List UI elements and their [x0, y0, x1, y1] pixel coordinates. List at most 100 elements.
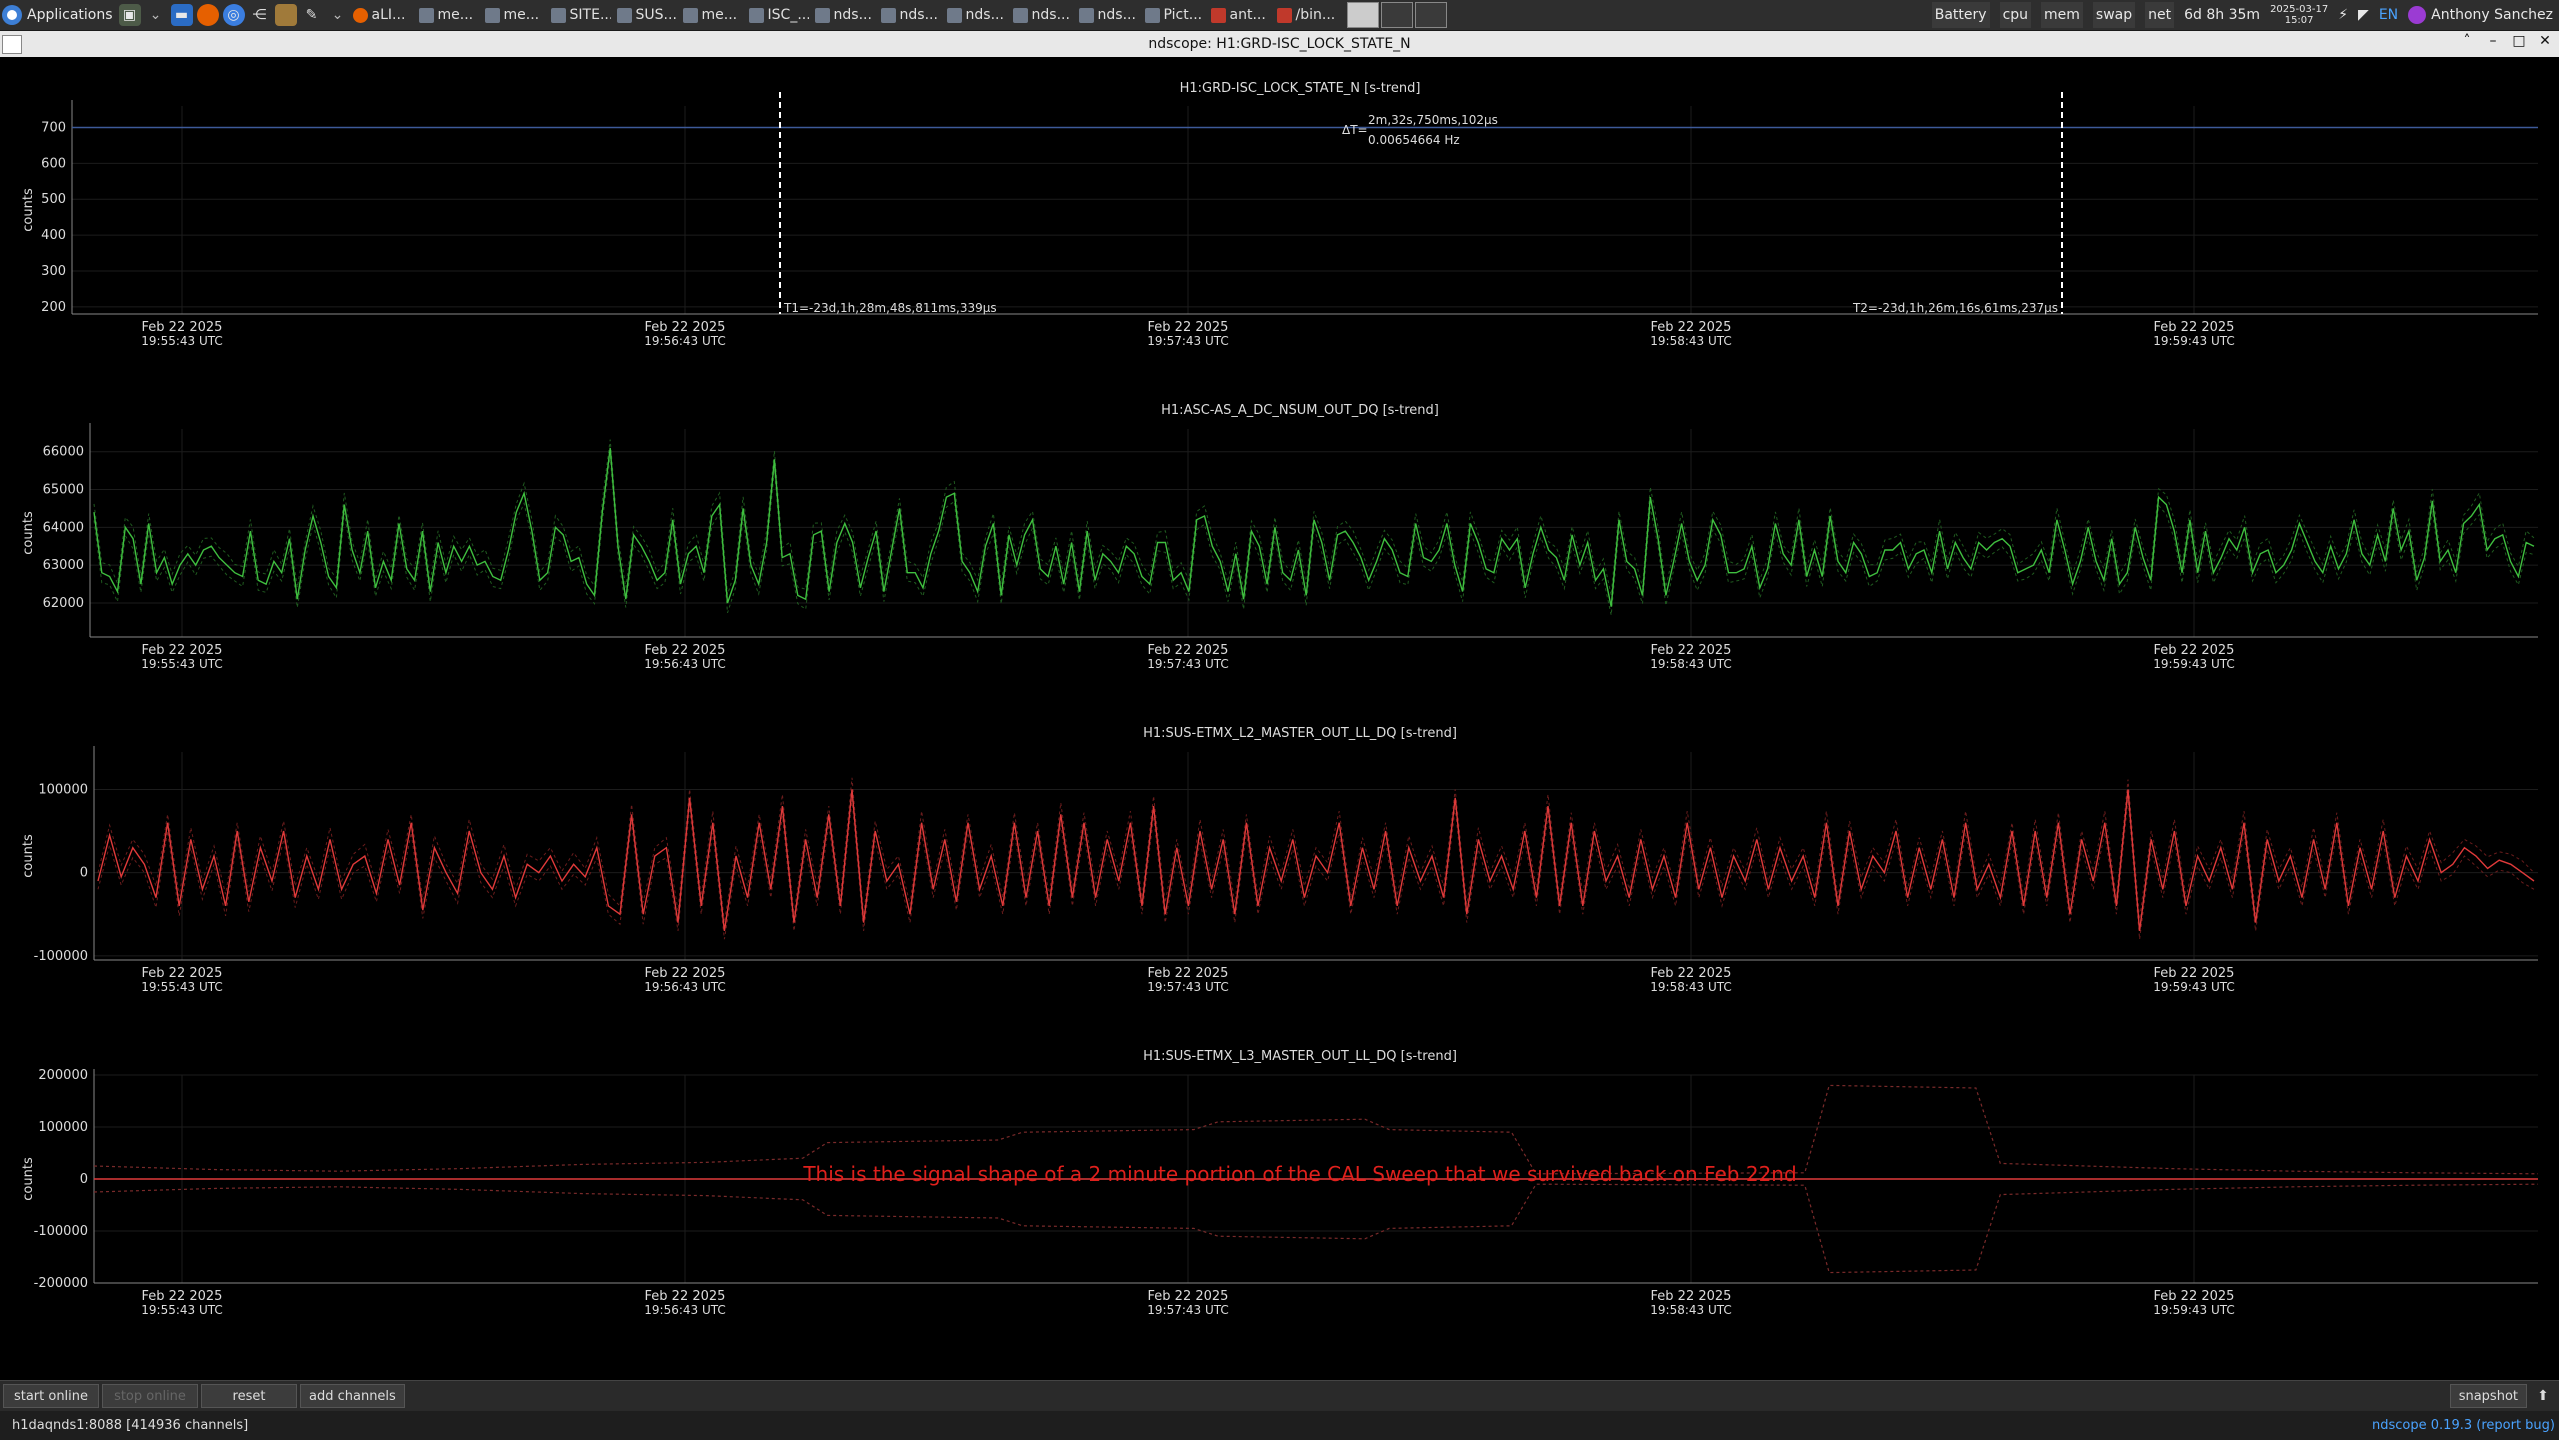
x-tick-time: 19:59:43 UTC [2153, 980, 2235, 994]
clock-time: 15:07 [2284, 15, 2314, 26]
app-name-link[interactable]: ndscope [2372, 1418, 2427, 1433]
task-item[interactable]: me... [418, 2, 479, 28]
task-item[interactable]: ISC_... [748, 2, 809, 28]
task-item[interactable]: /bin... [1276, 2, 1337, 28]
x-tick-time: 19:57:43 UTC [1147, 334, 1229, 348]
x-tick-date: Feb 22 2025 [645, 966, 726, 981]
delta-frequency: 0.00654664 Hz [1368, 133, 1460, 147]
battery-monitor[interactable]: Battery [1931, 2, 1990, 28]
report-bug-link[interactable]: (report bug) [2476, 1418, 2555, 1433]
mem-monitor[interactable]: mem [2041, 2, 2083, 28]
server-info: h1daqnds1:8088 [414936 channels] [0, 1418, 248, 1433]
task-item[interactable]: nds... [1078, 2, 1139, 28]
task-item[interactable]: nds... [1012, 2, 1073, 28]
firefox-icon[interactable] [196, 4, 219, 26]
y-tick-label: 63000 [43, 558, 84, 573]
user-menu[interactable]: Anthony Sanchez [2408, 6, 2553, 24]
terminal-task-icon [418, 7, 434, 23]
y-tick-label: 100000 [38, 782, 88, 797]
plots-svg[interactable]: H1:GRD-ISC_LOCK_STATE_N [s-trend] 200 300 4… [0, 58, 2559, 1380]
terminal-task-icon [814, 7, 830, 23]
x-tick-time: 19:56:43 UTC [644, 334, 726, 348]
workspace-3[interactable] [1414, 2, 1447, 28]
x-tick-time: 19:57:43 UTC [1147, 657, 1229, 671]
x-tick-date: Feb 22 2025 [142, 966, 223, 981]
terminal-launcher-icon[interactable]: ▣ [118, 4, 141, 26]
x-tick-time: 19:56:43 UTC [644, 980, 726, 994]
x-tick-date: Feb 22 2025 [2154, 320, 2235, 335]
y-tick-label: 0 [80, 1172, 88, 1187]
uptime: 6d 8h 35m [2184, 7, 2261, 23]
x-tick-time: 19:59:43 UTC [2153, 334, 2235, 348]
workspace-2[interactable] [1380, 2, 1413, 28]
task-item[interactable]: me... [682, 2, 743, 28]
y-tick-label: 0 [80, 866, 88, 881]
version-info: ndscope 0.19.3 (report bug) [2372, 1418, 2559, 1433]
reset-button[interactable]: reset [201, 1384, 297, 1408]
task-item[interactable]: me... [484, 2, 545, 28]
xfce-logo-icon [2, 5, 22, 25]
swap-monitor[interactable]: swap [2092, 2, 2136, 28]
task-item[interactable]: nds... [880, 2, 941, 28]
workspace-switcher [1346, 2, 1447, 28]
terminal-task-icon [880, 7, 896, 23]
task-item[interactable]: SITE... [550, 2, 611, 28]
task-item[interactable]: nds... [946, 2, 1007, 28]
share-icon[interactable]: ⋲ [249, 4, 271, 26]
x-tick-time: 19:57:43 UTC [1147, 980, 1229, 994]
series-min-line [93, 456, 2535, 616]
workspace-1[interactable] [1346, 2, 1379, 28]
task-item[interactable]: ant... [1210, 2, 1271, 28]
add-channels-button[interactable]: add channels [300, 1384, 405, 1408]
task-item[interactable]: nds... [814, 2, 875, 28]
text-editor-icon[interactable]: ✎ [301, 4, 323, 26]
envelope-upper [93, 1084, 2539, 1175]
net-monitor[interactable]: net [2145, 2, 2175, 28]
plot-title: H1:GRD-ISC_LOCK_STATE_N [s-trend] [1180, 81, 1421, 96]
cpu-monitor[interactable]: cpu [1999, 2, 2032, 28]
task-item[interactable]: Pict... [1144, 2, 1205, 28]
task-item[interactable]: SUS... [616, 2, 677, 28]
x-tick-date: Feb 22 2025 [1148, 643, 1229, 658]
launcher-dropdown-2-icon[interactable]: ⌄ [327, 4, 349, 26]
collapse-window-icon[interactable]: ˄ [2459, 33, 2475, 49]
delta-time: 2m,32s,750ms,102μs [1368, 113, 1498, 127]
clock[interactable]: 2025-03-17 15:07 [2270, 4, 2328, 26]
power-icon[interactable]: ⚡ [2338, 7, 2348, 23]
network-icon[interactable]: ◤ [2358, 7, 2369, 23]
keyboard-layout[interactable]: EN [2379, 7, 2398, 23]
applications-menu[interactable]: Applications [0, 0, 119, 30]
launcher-dropdown-icon[interactable]: ⌄ [145, 4, 167, 26]
terminal-task-icon [1012, 7, 1028, 23]
series-min-line [97, 799, 2535, 940]
file-manager-icon[interactable]: ▬ [170, 4, 193, 26]
system-tray: Battery cpu mem swap net 6d 8h 35m 2025-… [1931, 0, 2559, 30]
window-controls: ˄ – □ ✕ [2459, 33, 2553, 49]
x-tick-time: 19:55:43 UTC [141, 980, 223, 994]
y-tick-label: 600 [41, 156, 66, 171]
window-menu-icon[interactable] [2, 35, 22, 54]
x-tick-date: Feb 22 2025 [1148, 320, 1229, 335]
task-list: aLI... me... me... SITE... SUS... me... … [352, 0, 1343, 30]
server-address: h1daqnds1:8088 [12, 1418, 122, 1433]
applications-label: Applications [27, 7, 113, 23]
start-online-button[interactable]: start online [3, 1384, 99, 1408]
x-tick-time: 19:55:43 UTC [141, 657, 223, 671]
maximize-window-icon[interactable]: □ [2511, 33, 2527, 49]
expand-panel-icon[interactable]: ⬆ [2531, 1384, 2555, 1408]
minimize-window-icon[interactable]: – [2485, 33, 2501, 49]
window-task-icon [748, 7, 764, 23]
y-tick-label: 66000 [43, 445, 84, 460]
version-link[interactable]: 0.19.3 [2431, 1418, 2472, 1433]
x-tick-date: Feb 22 2025 [1651, 320, 1732, 335]
firefox-task-icon [352, 7, 368, 23]
cursor-t1-label: T1=-23d,1h,28m,48s,811ms,339μs [783, 301, 997, 315]
task-item[interactable]: aLI... [352, 2, 413, 28]
folder-icon[interactable] [274, 4, 297, 26]
close-window-icon[interactable]: ✕ [2537, 33, 2553, 49]
app-task-icon [1276, 7, 1292, 23]
plot-title: H1:SUS-ETMX_L2_MASTER_OUT_LL_DQ [s-trend… [1143, 726, 1457, 741]
y-tick-label: 200 [41, 300, 66, 315]
chromium-icon[interactable]: ◎ [222, 4, 245, 26]
snapshot-button[interactable]: snapshot [2449, 1384, 2527, 1408]
